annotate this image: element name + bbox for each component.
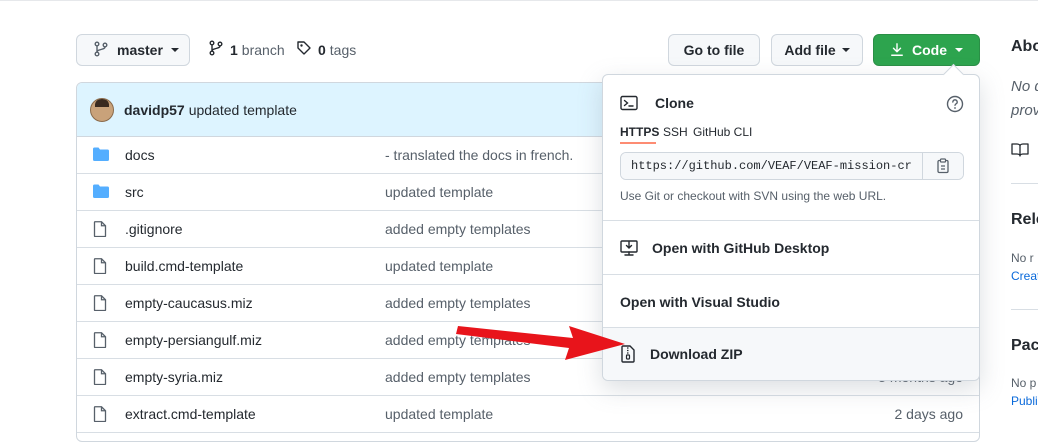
add-file-label: Add file xyxy=(784,42,836,58)
code-dropdown: Clone HTTPS SSH GitHub CLI Use Git or ch… xyxy=(602,74,980,381)
file-name-link[interactable]: empty-persiangulf.miz xyxy=(125,332,262,348)
top-divider xyxy=(0,0,1038,1)
tab-https[interactable]: HTTPS xyxy=(620,125,659,139)
file-icon xyxy=(93,295,107,314)
file-icon xyxy=(93,332,107,351)
book-icon[interactable] xyxy=(1011,142,1029,161)
git-branch-icon xyxy=(93,41,109,60)
tab-ssh[interactable]: SSH xyxy=(663,125,688,139)
branches-count: 1 xyxy=(230,41,238,58)
chevron-down-icon xyxy=(170,48,179,52)
file-name-link[interactable]: empty-caucasus.miz xyxy=(125,295,253,311)
file-commit-message[interactable]: added empty templates xyxy=(385,369,531,385)
open-with-visual-studio[interactable]: Open with Visual Studio xyxy=(603,276,979,328)
tags-link[interactable]: 0 tags xyxy=(296,40,356,59)
commit-author[interactable]: davidp57 xyxy=(124,102,185,118)
file-commit-message[interactable]: updated template xyxy=(385,406,493,422)
desktop-download-icon xyxy=(620,239,638,257)
chevron-down-icon xyxy=(841,48,850,52)
active-tab-indicator xyxy=(620,142,656,144)
annotation-arrow-icon xyxy=(456,326,625,360)
download-zip-label: Download ZIP xyxy=(650,346,743,362)
file-name-link[interactable]: .gitignore xyxy=(125,221,183,237)
branches-link[interactable]: 1 branch xyxy=(208,40,285,59)
code-button[interactable]: Code xyxy=(873,34,980,66)
releases-text: No r xyxy=(1011,251,1034,265)
question-icon[interactable] xyxy=(946,95,964,116)
file-icon xyxy=(93,406,107,425)
file-name-link[interactable]: src xyxy=(125,184,144,200)
file-commit-message[interactable]: updated template xyxy=(385,184,493,200)
tag-icon xyxy=(296,40,312,59)
download-icon xyxy=(890,43,904,57)
open-with-visual-studio-label: Open with Visual Studio xyxy=(620,294,780,310)
dropdown-divider xyxy=(603,220,979,221)
releases-heading[interactable]: Rele xyxy=(1011,211,1038,229)
file-name-link[interactable]: extract.cmd-template xyxy=(125,406,256,422)
file-name-link[interactable]: docs xyxy=(125,147,155,163)
about-heading: Abo xyxy=(1011,38,1038,55)
file-commit-message[interactable]: - translated the docs in french. xyxy=(385,147,573,163)
create-release-link[interactable]: Creat xyxy=(1011,269,1038,283)
tags-count: 0 xyxy=(318,41,326,58)
branches-label: branch xyxy=(241,41,285,58)
about-text-line-1: No d xyxy=(1011,78,1038,95)
packages-heading[interactable]: Pack xyxy=(1011,337,1038,355)
branch-name: master xyxy=(117,42,163,58)
tab-github-cli[interactable]: GitHub CLI xyxy=(693,125,752,139)
open-with-github-desktop[interactable]: Open with GitHub Desktop xyxy=(603,222,979,274)
add-file-button[interactable]: Add file xyxy=(771,34,863,66)
file-commit-message[interactable]: updated template xyxy=(385,258,493,274)
clone-title: Clone xyxy=(655,95,694,111)
clone-url-field xyxy=(620,152,964,180)
file-row[interactable]: extract.cmd-template updated template 2 da… xyxy=(77,396,979,433)
file-commit-message[interactable]: added empty templates xyxy=(385,295,531,311)
avatar[interactable] xyxy=(90,97,114,122)
about-text-line-2: prov xyxy=(1011,102,1038,119)
file-commit-age: 2 days ago xyxy=(894,406,964,422)
download-zip[interactable]: Download ZIP xyxy=(603,328,979,380)
chevron-down-icon xyxy=(955,48,963,52)
sidebar-divider xyxy=(1011,183,1038,184)
commit-message[interactable]: updated template xyxy=(189,102,297,118)
go-to-file-button[interactable]: Go to file xyxy=(668,34,760,66)
code-label: Code xyxy=(912,42,947,58)
open-with-github-desktop-label: Open with GitHub Desktop xyxy=(652,240,830,256)
file-name-link[interactable]: build.cmd-template xyxy=(125,258,243,274)
packages-text: No p xyxy=(1011,376,1037,390)
file-name-link[interactable]: empty-syria.miz xyxy=(125,369,223,385)
clone-hint: Use Git or checkout with SVN using the w… xyxy=(620,189,887,203)
tags-label: tags xyxy=(329,41,357,58)
folder-icon xyxy=(93,184,109,201)
publish-package-link[interactable]: Publi xyxy=(1011,394,1038,408)
file-icon xyxy=(93,221,107,240)
git-branch-icon xyxy=(208,40,224,59)
file-icon xyxy=(93,258,107,277)
file-icon xyxy=(93,369,107,388)
terminal-icon xyxy=(620,95,638,114)
clone-url-input[interactable] xyxy=(621,153,922,179)
clipboard-icon xyxy=(936,158,950,174)
branch-select-button[interactable]: master xyxy=(76,34,190,66)
folder-icon xyxy=(93,147,109,164)
file-commit-message[interactable]: added empty templates xyxy=(385,221,531,237)
copy-url-button[interactable] xyxy=(922,153,963,179)
sidebar-divider xyxy=(1011,309,1038,310)
dropdown-divider xyxy=(603,274,979,275)
